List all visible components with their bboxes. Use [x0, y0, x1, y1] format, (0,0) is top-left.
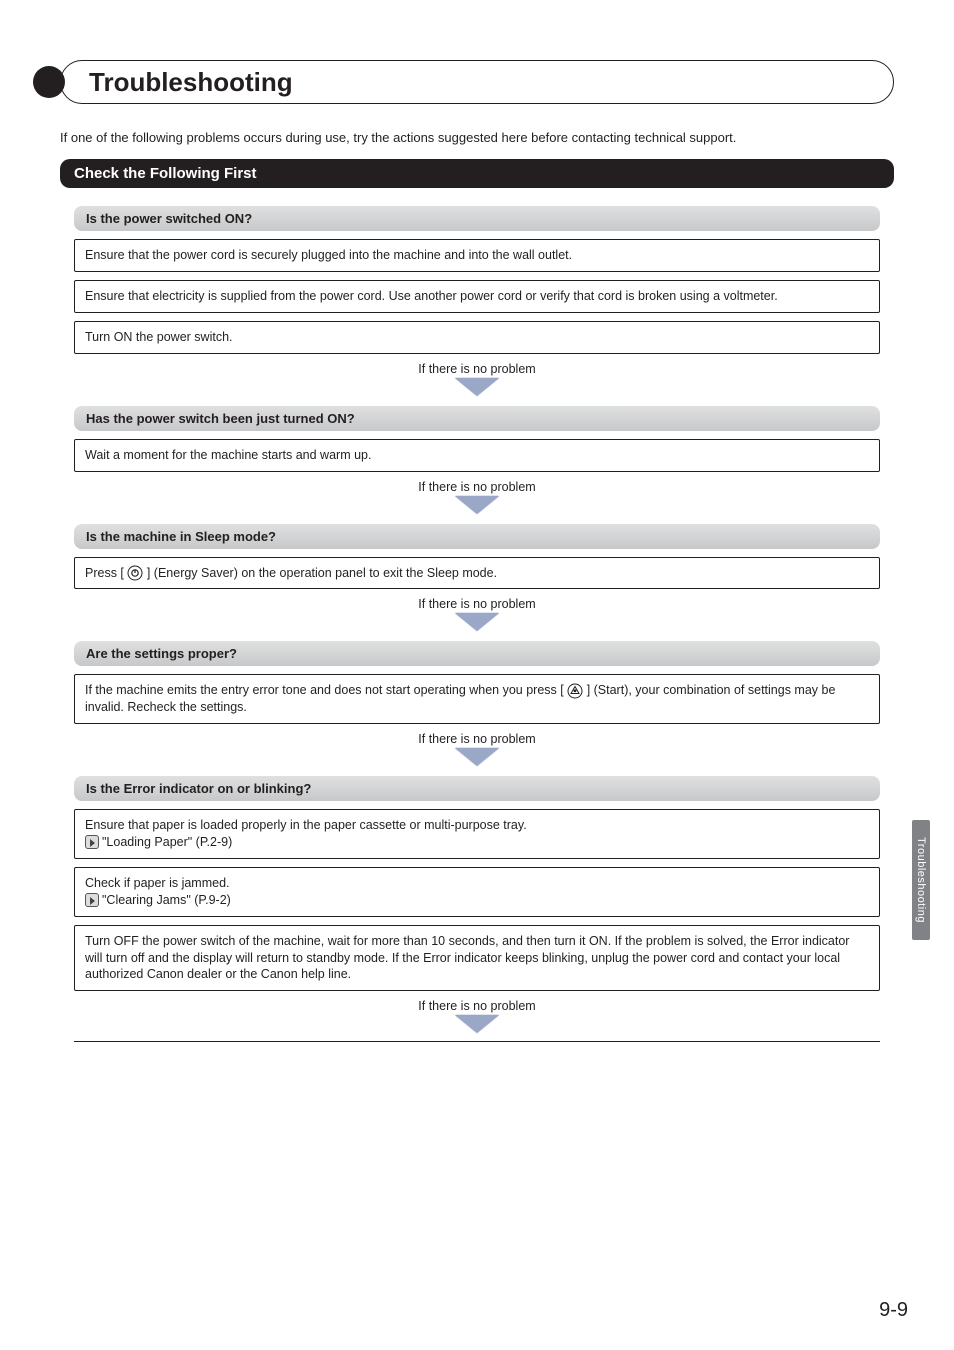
instruction-box: If the machine emits the entry error ton… [74, 674, 880, 724]
flow-label: If there is no problem [74, 732, 880, 746]
flow-label: If there is no problem [74, 597, 880, 611]
instruction-box: Ensure that the power cord is securely p… [74, 239, 880, 272]
instruction-box: Ensure that electricity is supplied from… [74, 280, 880, 313]
sub-heading: Is the Error indicator on or blinking? [74, 776, 880, 801]
section-heading: Check the Following First [60, 159, 894, 188]
reference-icon [85, 893, 99, 907]
instruction-text: Ensure that paper is loaded properly in … [85, 818, 527, 832]
side-tab-label: Troubleshooting [915, 837, 927, 923]
instruction-text: Press [ [85, 566, 127, 580]
sub-heading: Has the power switch been just turned ON… [74, 406, 880, 431]
instruction-box: Wait a moment for the machine starts and… [74, 439, 880, 472]
sub-heading: Is the power switched ON? [74, 206, 880, 231]
instruction-text: Turn OFF the power switch of the machine… [85, 934, 849, 982]
instruction-text: Check if paper is jammed. [85, 876, 230, 890]
instruction-text: Turn ON the power switch. [85, 330, 233, 344]
page-number: 9-9 [879, 1299, 908, 1322]
instruction-text: Ensure that electricity is supplied from… [85, 289, 778, 303]
instruction-box: Ensure that paper is loaded properly in … [74, 809, 880, 859]
down-arrow-icon [74, 1015, 880, 1033]
reference-text: "Loading Paper" (P.2-9) [102, 835, 232, 849]
instruction-box: Press [ ] (Energy Saver) on the operatio… [74, 557, 880, 590]
instruction-box: Turn ON the power switch. [74, 321, 880, 354]
title-bullet-icon [33, 66, 65, 98]
flow-label: If there is no problem [74, 480, 880, 494]
reference-icon [85, 835, 99, 849]
reference-text: "Clearing Jams" (P.9-2) [102, 893, 231, 907]
instruction-text: If the machine emits the entry error ton… [85, 683, 567, 697]
down-arrow-icon [74, 496, 880, 514]
instruction-box: Check if paper is jammed. "Clearing Jams"… [74, 867, 880, 917]
down-arrow-icon [74, 378, 880, 396]
divider [74, 1041, 880, 1042]
instruction-text: Wait a moment for the machine starts and… [85, 448, 371, 462]
page-title: Troubleshooting [89, 67, 293, 98]
title-band: Troubleshooting [60, 60, 894, 104]
sub-heading: Are the settings proper? [74, 641, 880, 666]
sub-heading: Is the machine in Sleep mode? [74, 524, 880, 549]
instruction-text: ] (Energy Saver) on the operation panel … [143, 566, 497, 580]
down-arrow-icon [74, 613, 880, 631]
instruction-box: Turn OFF the power switch of the machine… [74, 925, 880, 992]
down-arrow-icon [74, 748, 880, 766]
instruction-text: Ensure that the power cord is securely p… [85, 248, 572, 262]
energy-saver-icon [127, 565, 143, 581]
side-tab: Troubleshooting [912, 820, 930, 940]
intro-text: If one of the following problems occurs … [60, 130, 894, 145]
flow-label: If there is no problem [74, 999, 880, 1013]
flow-label: If there is no problem [74, 362, 880, 376]
start-icon [567, 683, 583, 699]
